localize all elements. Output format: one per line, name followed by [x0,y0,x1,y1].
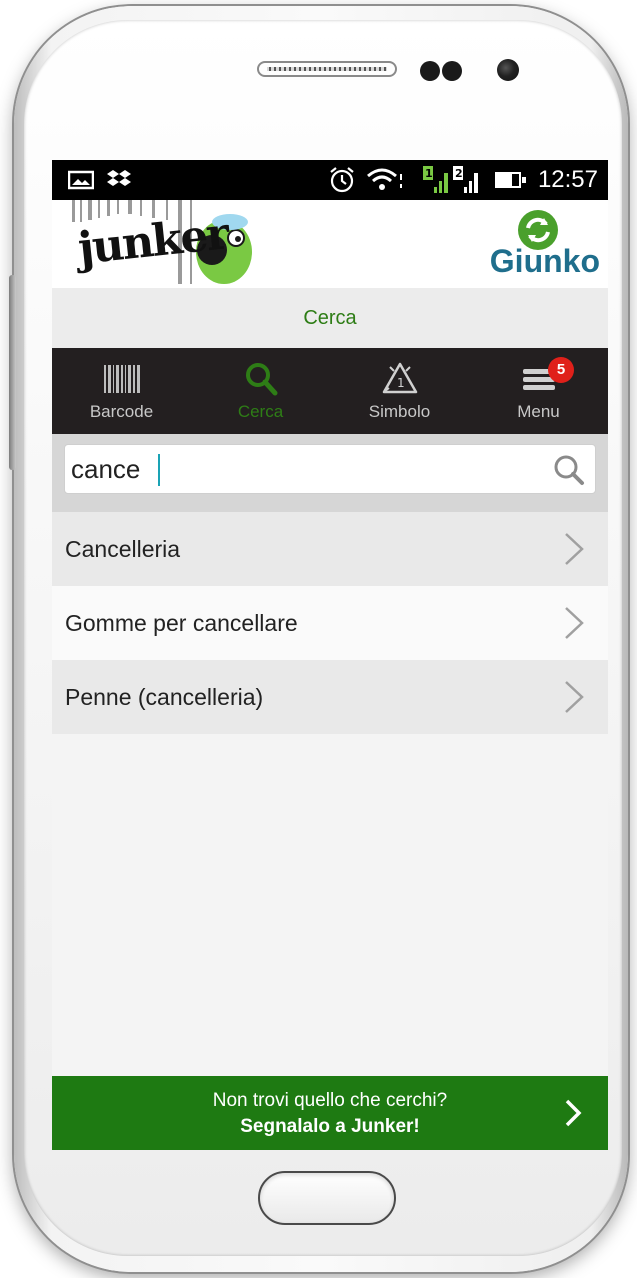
screen: 1 2 12:57 junker Giunko Cerca Barcode Ce… [52,160,608,1150]
search-icon [243,362,279,396]
nav-item-menu[interactable]: 5 Menu [469,348,608,434]
svg-text:1: 1 [425,167,433,180]
report-banner-action: Segnalalo a Junker! [240,1116,420,1137]
list-item-label: Gomme per cancellare [65,609,298,636]
giunko-logo: Giunko [480,208,600,286]
clock: 12:57 [537,166,598,193]
svg-text:2: 2 [455,167,463,180]
nav-item-cerca[interactable]: Cerca [191,348,330,434]
battery-icon [495,172,526,188]
nav-label-simbolo: Simbolo [368,402,431,421]
list-item-label: Cancelleria [65,535,181,562]
nav-item-barcode[interactable]: Barcode [52,348,191,434]
barcode-icon [102,362,142,396]
nav-label-barcode: Barcode [89,402,154,421]
chevron-right-icon [565,533,584,565]
wifi-icon [367,168,402,190]
chevron-right-icon [565,681,584,713]
proximity-sensor [420,61,440,81]
search-box [64,444,596,494]
report-banner-question: Non trovi quello che cerchi? [212,1090,448,1111]
earpiece-speaker [257,61,397,77]
chevron-right-icon [565,607,584,639]
recycle-symbol-icon: 1 [381,362,419,396]
front-camera [497,59,519,81]
photo-icon [68,170,94,190]
dropbox-icon [107,170,131,186]
search-submit-icon[interactable] [551,452,587,488]
giunko-logo-text: Giunko [489,243,600,279]
sim2-signal-icon: 2 [453,166,478,193]
status-bar: 1 2 12:57 [52,160,608,200]
list-item[interactable]: Penne (cancelleria) [52,660,608,734]
nav-item-simbolo[interactable]: 1 Simbolo [330,348,469,434]
home-button[interactable] [258,1171,396,1225]
nav-label-menu: Menu [517,402,560,421]
app-header: junker Giunko [52,200,608,288]
search-input[interactable] [65,445,535,493]
volume-key [9,275,16,470]
nav-bar: Barcode Cerca 1 Simbolo 5 Menu [52,348,608,434]
text-caret [158,454,160,486]
nav-label-cerca: Cerca [237,402,284,421]
notification-badge: 5 [548,357,574,383]
svg-text:1: 1 [397,376,405,390]
light-sensor [442,61,462,81]
search-bar [52,434,608,512]
results-list: Cancelleria Gomme per cancellare Penne (… [52,512,608,734]
page-title: Cerca [52,288,608,348]
empty-area [52,734,608,1078]
chevron-right-icon [565,1099,582,1127]
list-item[interactable]: Cancelleria [52,512,608,586]
report-banner[interactable]: Non trovi quello che cerchi? Segnalalo a… [52,1076,608,1150]
junker-logo: junker [62,200,262,288]
sim1-signal-icon: 1 [423,166,448,193]
list-item[interactable]: Gomme per cancellare [52,586,608,660]
list-item-label: Penne (cancelleria) [65,683,264,710]
alarm-icon [330,167,354,193]
